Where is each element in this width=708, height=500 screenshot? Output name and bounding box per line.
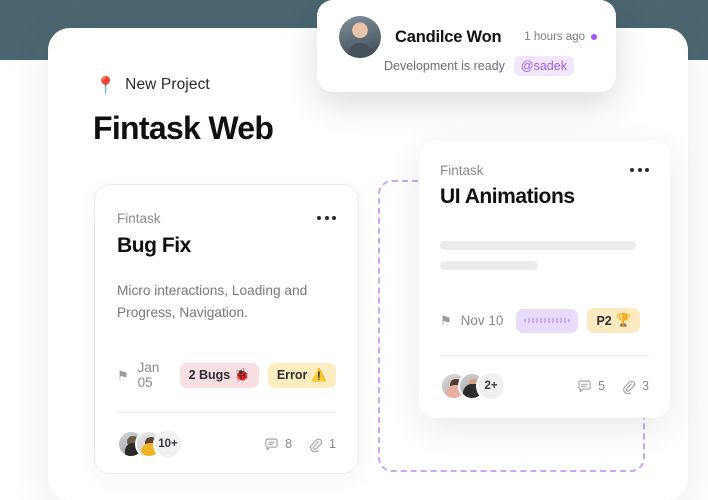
notification-timestamp: 1 hours ago: [524, 31, 585, 43]
notification-meta: 1 hours ago: [524, 31, 597, 43]
avatar-group[interactable]: 10+: [117, 429, 183, 460]
attachment-icon: [623, 380, 636, 394]
pin-emoji-icon: 📍: [95, 75, 117, 95]
more-options-icon[interactable]: [317, 211, 336, 220]
priority-badge-p2[interactable]: P2 🏆: [587, 308, 641, 333]
avatar-overflow-count[interactable]: 2+: [476, 371, 506, 401]
comment-icon: [265, 438, 278, 450]
skeleton-line: [440, 241, 636, 250]
attachments-stat[interactable]: 3: [621, 379, 649, 394]
avatar: [339, 16, 381, 58]
status-badge-error[interactable]: Error ⚠️: [267, 362, 336, 388]
comments-stat[interactable]: 8: [264, 437, 292, 452]
badge-label: Error: [276, 368, 308, 383]
breadcrumb[interactable]: 📍 New Project: [95, 76, 210, 94]
status-badge-bugs[interactable]: 2 Bugs 🐞: [179, 362, 259, 388]
card-description: Micro interactions, Loading and Progress…: [117, 283, 308, 321]
badge-label: 2 Bugs: [188, 368, 231, 383]
comments-count: 5: [598, 379, 606, 393]
more-options-icon[interactable]: [630, 163, 649, 172]
card-meta-row: ⚑ Jan 05 2 Bugs 🐞 Error ⚠️: [117, 360, 336, 390]
page-title: Fintask Web: [93, 110, 274, 146]
task-card-ui-animations[interactable]: Fintask UI Animations ⚑ Nov 10 P2 🏆 2+ 5…: [419, 141, 670, 418]
bug-emoji-icon: 🐞: [234, 367, 250, 382]
comments-stat[interactable]: 5: [577, 379, 605, 394]
task-card-bug-fix[interactable]: Fintask Bug Fix Micro interactions, Load…: [94, 184, 359, 474]
notification-author: Candilce Won: [395, 27, 502, 46]
card-stats: 5 3: [577, 379, 649, 394]
card-title: UI Animations: [440, 185, 575, 208]
card-header: Fintask: [117, 211, 336, 226]
flag-icon: ⚑: [440, 313, 452, 328]
divider: [440, 355, 649, 356]
card-subtitle: Fintask: [440, 163, 484, 178]
comment-icon: [578, 380, 591, 392]
card-header: Fintask: [440, 163, 649, 178]
comments-count: 8: [285, 437, 293, 452]
notification-message: Development is ready: [384, 59, 505, 73]
card-subtitle: Fintask: [117, 211, 161, 226]
avatar-group[interactable]: 2+: [440, 371, 506, 401]
project-label: New Project: [125, 76, 210, 93]
divider: [117, 412, 336, 414]
attachments-stat[interactable]: 1: [308, 437, 336, 452]
card-due-date: Jan 05: [137, 360, 160, 391]
attachment-icon: [310, 438, 323, 452]
card-footer: 2+ 5 3: [440, 371, 649, 401]
card-title: Bug Fix: [117, 234, 191, 257]
skeleton-line: [440, 261, 538, 270]
flag-icon: ⚑: [117, 367, 129, 383]
avatar-overflow-count[interactable]: 10+: [153, 429, 183, 460]
card-meta-row: ⚑ Nov 10 P2 🏆: [440, 308, 649, 333]
attachments-count: 3: [642, 379, 649, 393]
badge-label: P2: [596, 313, 612, 328]
notification-body: Development is ready @sadek: [384, 56, 574, 76]
status-badge-redacted[interactable]: [516, 308, 579, 333]
unread-dot-icon: [591, 34, 597, 40]
notification-toast[interactable]: Candilce Won 1 hours ago: [317, 0, 616, 92]
card-due-date: Nov 10: [460, 313, 504, 328]
card-stats: 8 1: [264, 437, 336, 452]
notification-header: Candilce Won 1 hours ago: [339, 16, 597, 58]
card-footer: 10+ 8 1: [117, 429, 336, 460]
mention-chip[interactable]: @sadek: [513, 56, 574, 76]
app-stage: 📍 New Project Fintask Web Candilce Won 1…: [0, 0, 708, 500]
attachments-count: 1: [329, 437, 336, 452]
skeleton-placeholder: [440, 241, 649, 270]
trophy-emoji-icon: 🏆: [615, 313, 632, 327]
warning-emoji-icon: ⚠️: [311, 367, 327, 382]
